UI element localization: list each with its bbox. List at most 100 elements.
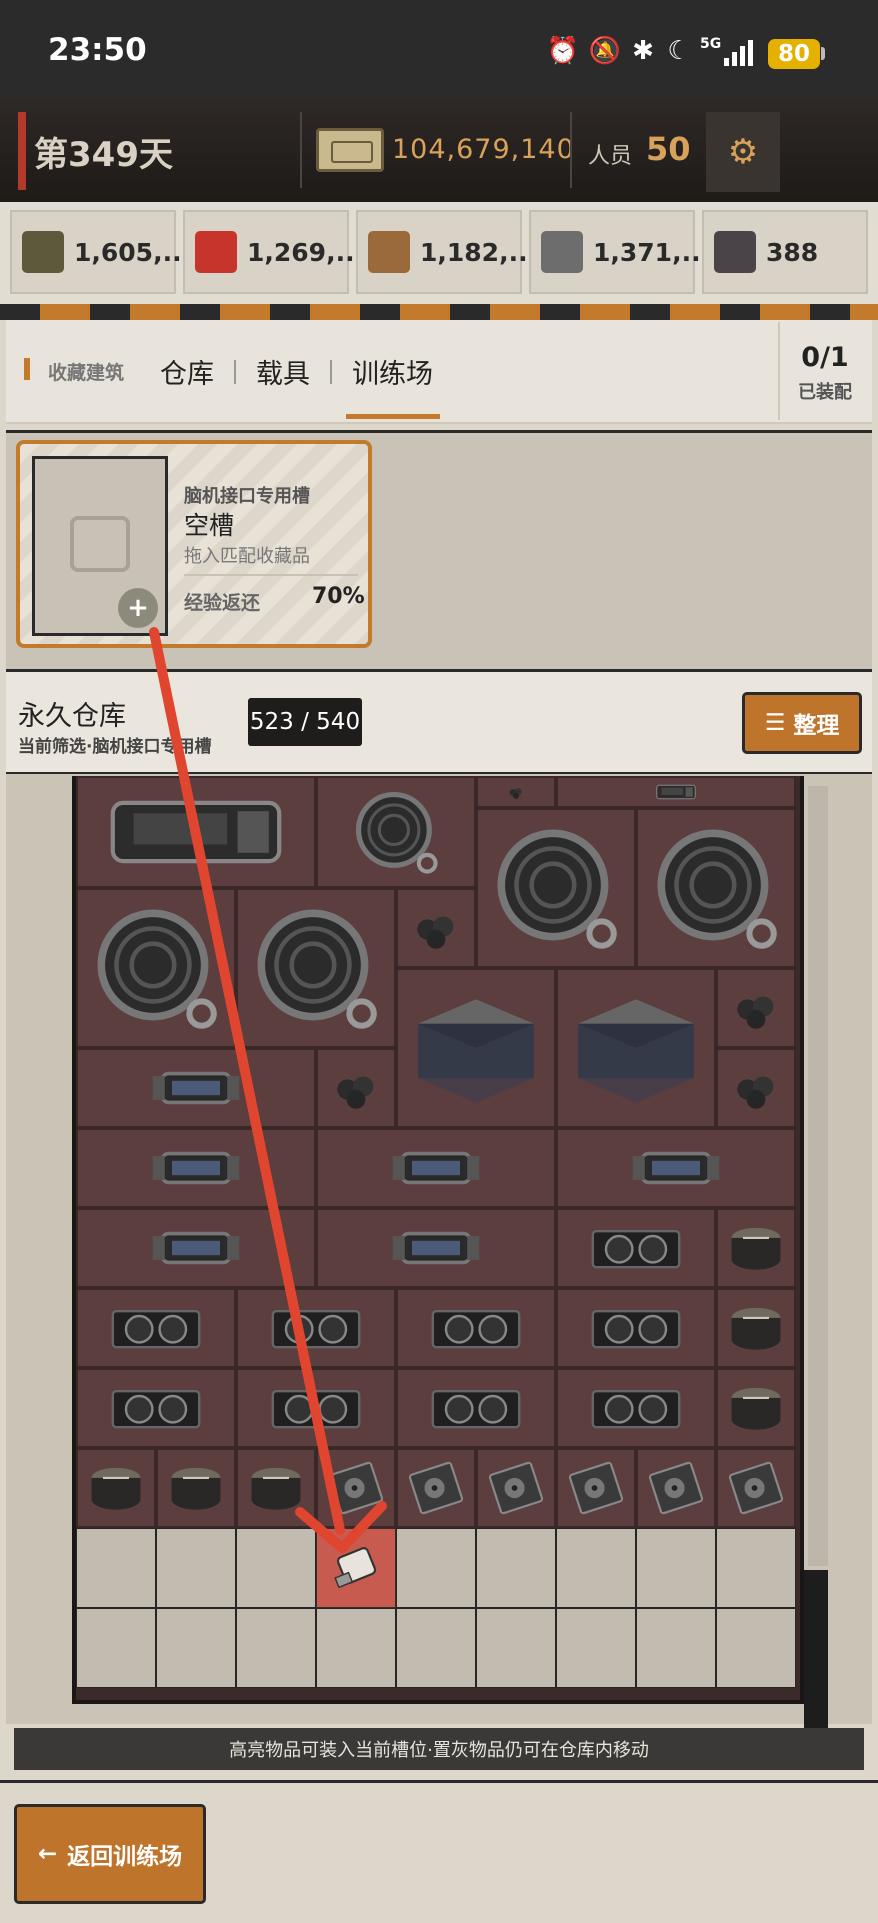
empty-grid-cell[interactable] [476,1528,556,1608]
canned-fish-item[interactable] [76,1448,156,1528]
tab-separator [330,360,332,384]
food-icon [22,231,64,273]
empty-grid-cell[interactable] [716,1528,796,1608]
gpu-item[interactable] [556,1208,716,1288]
empty-grid-cell[interactable] [76,1528,156,1608]
machine-item[interactable] [556,776,796,808]
add-icon[interactable]: + [118,588,158,628]
sort-icon: ☰ [764,710,786,736]
empty-grid-cell[interactable] [556,1608,636,1688]
empty-grid-cell[interactable] [156,1608,236,1688]
coal-item[interactable] [716,1048,796,1128]
signal-icon [722,38,756,68]
exp-return-value: 70% [312,584,365,609]
empty-grid-cell[interactable] [556,1528,636,1608]
divider [570,112,572,188]
cable-reel-item[interactable] [76,888,236,1048]
hard-drive-item[interactable] [396,1448,476,1528]
coal-item[interactable] [476,776,556,808]
cable-reel-item[interactable] [636,808,796,968]
back-button[interactable]: ← 返回训练场 [14,1804,206,1904]
slot-hint: 拖入匹配收藏品 [184,546,310,567]
tab-training[interactable]: 训练场 [352,352,433,391]
empty-grid-cell[interactable] [236,1528,316,1608]
machine-item[interactable] [76,776,316,888]
gpu-item[interactable] [556,1288,716,1368]
canned-fish-item[interactable] [716,1368,796,1448]
slot-type: 脑机接口专用槽 [184,486,310,507]
empty-grid-cell[interactable] [236,1608,316,1688]
status-time: 23:50 [48,32,147,68]
gpu-item[interactable] [236,1368,396,1448]
back-label: 返回训练场 [67,1844,183,1870]
exp-return-label: 经验返还 [184,592,261,614]
section-accent [24,358,30,380]
hard-drive-item[interactable] [716,1448,796,1528]
cable-reel-item[interactable] [476,808,636,968]
resource-value: 1,605,... [74,237,192,267]
capsule-item[interactable] [316,1128,556,1208]
canned-fish-item[interactable] [716,1208,796,1288]
sort-button[interactable]: ☰ 整理 [742,692,862,754]
empty-grid-cell[interactable] [636,1528,716,1608]
bluetooth-icon: ✱ [632,36,654,66]
gpu-item[interactable] [76,1288,236,1368]
mute-icon: 🔕 [588,36,622,66]
staff-count: 50 [646,130,691,168]
canned-fish-item[interactable] [716,1288,796,1368]
empty-grid-cell[interactable] [396,1528,476,1608]
empty-grid-cell[interactable] [636,1608,716,1688]
divider [300,112,302,188]
medkit-icon [195,231,237,273]
battery-indicator: 80 [768,39,820,69]
capsule-item[interactable] [76,1208,316,1288]
wood-icon [368,231,410,273]
coal-item[interactable] [716,968,796,1048]
resource-item: 1,182,... [356,210,537,294]
network-type: 5G [700,36,722,52]
coal-item[interactable] [396,888,476,968]
day-accent [18,112,26,190]
capsule-item[interactable] [316,1208,556,1288]
warehouse-filter: 当前筛选·脑机接口专用槽 [18,737,212,757]
back-arrow-icon: ← [37,1841,58,1867]
empty-grid-cell[interactable] [476,1608,556,1688]
tab-separator [234,360,236,384]
gpu-item[interactable] [396,1288,556,1368]
tab-vehicles[interactable]: 载具 [256,352,310,391]
hard-drive-item[interactable] [476,1448,556,1528]
empty-grid-cell[interactable] [76,1608,156,1688]
metal-ingot-icon [541,231,583,273]
gpu-item[interactable] [396,1368,556,1448]
gear-part-icon [714,231,756,273]
capsule-item[interactable] [76,1128,316,1208]
settings-button[interactable]: ⚙ [706,112,780,192]
cable-reel-item[interactable] [236,888,396,1048]
day-counter: 第349天 [34,135,173,175]
resource-item: 388 [702,210,868,294]
divider [184,574,358,576]
canned-fish-item[interactable] [156,1448,236,1528]
gpu-item[interactable] [236,1288,396,1368]
empty-grid-cell[interactable] [716,1608,796,1688]
gpu-item[interactable] [76,1368,236,1448]
section-label: 收藏建筑 [48,362,125,384]
empty-grid-cell[interactable] [396,1608,476,1688]
canned-fish-item[interactable] [236,1448,316,1528]
cable-reel-item[interactable] [316,776,476,888]
empty-grid-cell[interactable] [156,1528,236,1608]
hard-drive-item[interactable] [316,1448,396,1528]
usb-chip-item[interactable] [316,1528,396,1608]
capsule-item[interactable] [76,1048,316,1128]
coal-item[interactable] [316,1048,396,1128]
tab-warehouse[interactable]: 仓库 [160,352,214,391]
empty-grid-cell[interactable] [316,1608,396,1688]
gpu-item[interactable] [556,1368,716,1448]
capsule-item[interactable] [556,1128,796,1208]
hard-drive-item[interactable] [556,1448,636,1528]
money-value: 104,679,140 [392,134,575,165]
armor-plate-item[interactable] [556,968,716,1128]
hard-drive-item[interactable] [636,1448,716,1528]
empty-slot-icon [70,516,130,572]
armor-plate-item[interactable] [396,968,556,1128]
